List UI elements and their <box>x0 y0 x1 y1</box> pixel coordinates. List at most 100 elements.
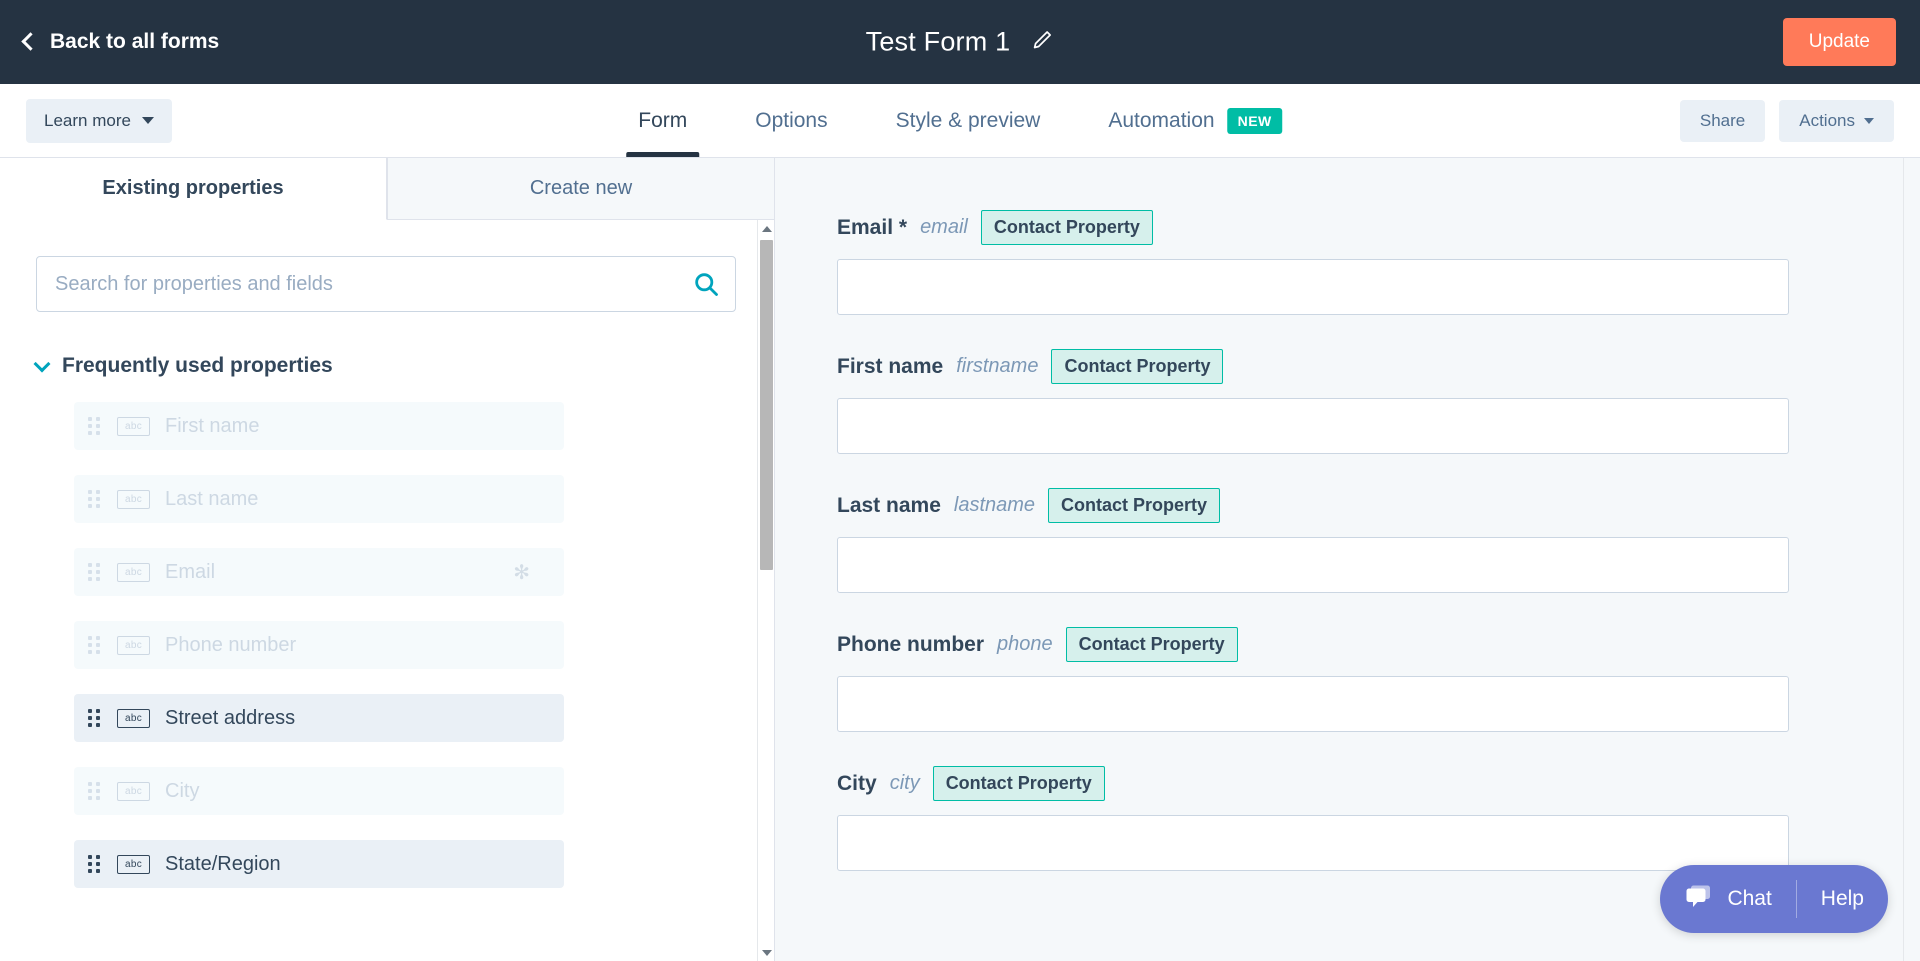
sidebar-scrollbar-thumb[interactable] <box>760 240 773 570</box>
required-indicator: ✻ <box>513 561 530 584</box>
field-header: Last name lastname Contact Property <box>837 488 1789 523</box>
search-input[interactable] <box>36 256 736 312</box>
field-input-city[interactable] <box>837 815 1789 871</box>
update-button[interactable]: Update <box>1782 18 1896 66</box>
help-button[interactable]: Help <box>1797 865 1888 933</box>
field-input-lastname[interactable] <box>837 537 1789 593</box>
preview-scrollbar-thumb[interactable] <box>1906 176 1919 356</box>
property-label: Email <box>165 560 216 583</box>
tab-options[interactable]: Options <box>721 84 861 157</box>
property-item-phone-number[interactable]: abc Phone number <box>74 621 564 669</box>
abc-field-type-icon: abc <box>117 416 150 436</box>
drag-handle-icon[interactable] <box>88 855 100 873</box>
tab-form[interactable]: Form <box>604 84 721 157</box>
field-internal-name: city <box>889 772 920 794</box>
field-label: First name <box>837 354 944 378</box>
tab-automation[interactable]: Automation NEW <box>1074 84 1315 157</box>
new-badge: NEW <box>1227 107 1282 134</box>
back-to-all-forms-label: Back to all forms <box>50 30 220 53</box>
frequently-used-properties-group[interactable]: Frequently used properties <box>33 354 734 378</box>
property-item-street-address[interactable]: abc Street address <box>74 694 564 742</box>
property-label: First name <box>165 414 260 437</box>
property-label: Street address <box>165 706 296 729</box>
property-label: Phone number <box>165 633 297 656</box>
tab-existing-properties[interactable]: Existing properties <box>0 158 387 220</box>
learn-more-label: Learn more <box>44 110 131 130</box>
field-header: Phone number phone Contact Property <box>837 627 1789 662</box>
drag-handle-icon[interactable] <box>88 563 100 581</box>
search-icon[interactable] <box>692 270 720 298</box>
contact-property-badge[interactable]: Contact Property <box>932 766 1105 801</box>
contact-property-badge[interactable]: Contact Property <box>980 210 1153 245</box>
property-item-email[interactable]: abc Email ✻ <box>74 548 564 596</box>
drag-handle-icon[interactable] <box>88 782 100 800</box>
search-container <box>36 256 736 312</box>
contact-property-badge[interactable]: Contact Property <box>1051 349 1224 384</box>
abc-field-type-icon: abc <box>117 562 150 582</box>
property-item-first-name[interactable]: abc First name <box>74 402 564 450</box>
property-item-state-region[interactable]: abc State/Region <box>74 840 564 888</box>
scroll-down-arrow-icon[interactable] <box>758 944 774 961</box>
field-header: Email * email Contact Property <box>837 210 1789 245</box>
back-to-all-forms-link[interactable]: Back to all forms <box>21 30 220 54</box>
drag-handle-icon[interactable] <box>88 636 100 654</box>
field-internal-name: phone <box>997 633 1053 655</box>
property-item-city[interactable]: abc City <box>74 767 564 815</box>
contact-property-badge[interactable]: Contact Property <box>1065 627 1238 662</box>
field-input-email[interactable] <box>837 259 1789 315</box>
chevron-down-icon <box>141 117 154 124</box>
scroll-up-arrow-icon[interactable] <box>758 220 774 237</box>
field-input-firstname[interactable] <box>837 398 1789 454</box>
field-label: Email * <box>837 215 908 239</box>
share-button[interactable]: Share <box>1679 99 1766 142</box>
field-header: First name firstname Contact Property <box>837 349 1789 384</box>
sidebar-scrollbar[interactable] <box>757 220 774 961</box>
properties-sidebar: Existing properties Create new Search fo… <box>0 158 775 961</box>
form-field-lastname: Last name lastname Contact Property <box>837 488 1789 593</box>
abc-field-type-icon: abc <box>117 708 150 728</box>
tab-style-preview[interactable]: Style & preview <box>862 84 1075 157</box>
abc-field-type-icon: abc <box>117 854 150 874</box>
form-field-email: Email * email Contact Property <box>837 210 1789 315</box>
chevron-down-icon <box>33 355 51 372</box>
field-header: City city Contact Property <box>837 766 1789 801</box>
abc-field-type-icon: abc <box>117 635 150 655</box>
field-label: Phone number <box>837 632 985 656</box>
contact-property-badge[interactable]: Contact Property <box>1048 488 1221 523</box>
drag-handle-icon[interactable] <box>88 417 100 435</box>
top-bar: Back to all forms Test Form 1 Update <box>0 0 1920 84</box>
secondary-nav-actions: Share Actions <box>1679 99 1894 142</box>
tab-existing-properties-label: Existing properties <box>102 177 284 199</box>
chevron-left-icon <box>21 32 40 51</box>
drag-handle-icon[interactable] <box>88 709 100 727</box>
drag-handle-icon[interactable] <box>88 490 100 508</box>
property-label: State/Region <box>165 852 281 875</box>
actions-label: Actions <box>1799 110 1855 130</box>
chevron-down-icon <box>1864 117 1874 124</box>
tab-form-label: Form <box>638 108 688 132</box>
form-field-firstname: First name firstname Contact Property <box>837 349 1789 454</box>
share-label: Share <box>1699 110 1746 130</box>
field-internal-name: lastname <box>953 494 1036 516</box>
field-label: City <box>837 771 877 795</box>
group-title: Frequently used properties <box>62 354 333 377</box>
tab-options-label: Options <box>755 108 828 132</box>
form-field-phone: Phone number phone Contact Property <box>837 627 1789 732</box>
property-label: Last name <box>165 487 259 510</box>
sidebar-tabs: Existing properties Create new <box>0 158 774 220</box>
actions-button[interactable]: Actions <box>1779 99 1894 142</box>
tab-create-new-label: Create new <box>529 177 633 199</box>
chat-button[interactable]: Chat <box>1660 865 1795 933</box>
abc-field-type-icon: abc <box>117 781 150 801</box>
tab-create-new[interactable]: Create new <box>387 158 774 220</box>
property-item-last-name[interactable]: abc Last name <box>74 475 564 523</box>
nav-tabs: Form Options Style & preview Automation … <box>604 84 1316 157</box>
chat-label: Chat <box>1727 887 1772 910</box>
form-preview-canvas: Email * email Contact Property First nam… <box>775 158 1903 961</box>
field-input-phone[interactable] <box>837 676 1789 732</box>
pencil-icon[interactable] <box>1030 28 1054 57</box>
learn-more-button[interactable]: Learn more <box>26 98 172 143</box>
preview-scrollbar[interactable] <box>1903 158 1920 961</box>
form-preview-panel: Email * email Contact Property First nam… <box>775 158 1920 961</box>
field-label: Last name <box>837 493 941 517</box>
